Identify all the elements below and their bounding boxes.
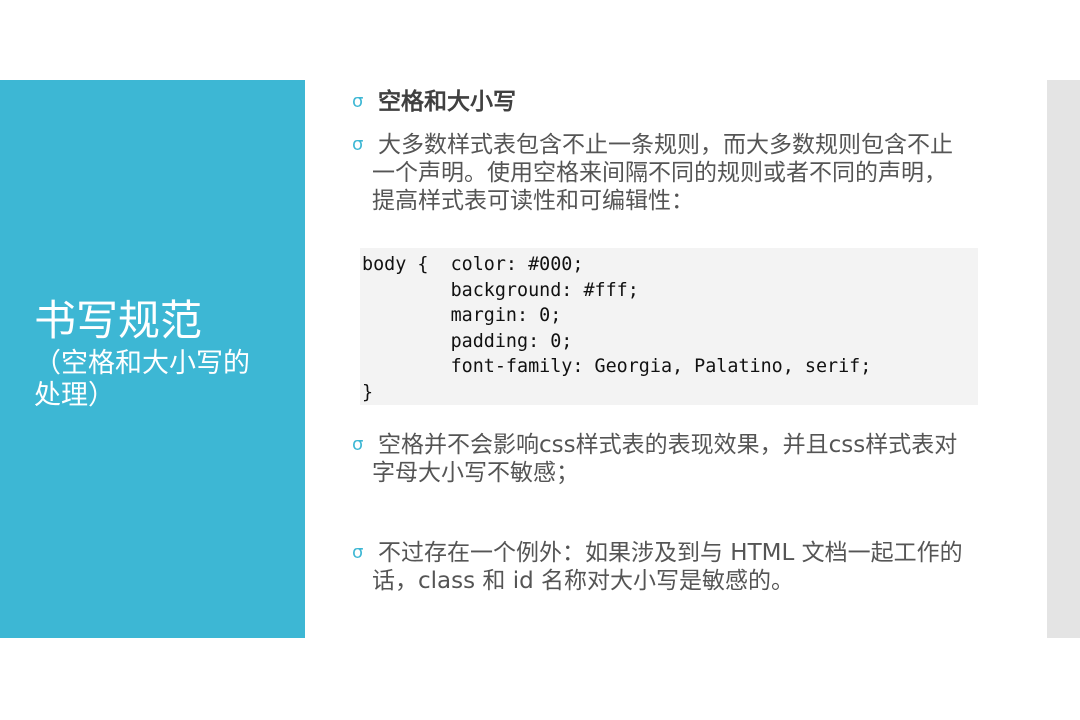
curly-bullet-icon: σ	[352, 91, 364, 112]
bullet-item: σ 不过存在一个例外：如果涉及到与 HTML 文档一起工作的话，class 和 …	[352, 539, 972, 595]
bullet-item: σ 大多数样式表包含不止一条规则，而大多数规则包含不止一个声明。使用空格来间隔不…	[352, 131, 972, 215]
bullet-heading: 空格和大小写	[378, 89, 516, 115]
curly-bullet-icon: σ	[352, 434, 364, 455]
right-sidebar-strip	[1047, 80, 1080, 638]
bullet-text: 不过存在一个例外：如果涉及到与 HTML 文档一起工作的话，class 和 id…	[372, 540, 963, 594]
curly-bullet-icon: σ	[352, 542, 364, 563]
slide-title: 书写规范	[34, 296, 203, 345]
bullet-text: 空格并不会影响css样式表的表现效果，并且css样式表对字母大小写不敏感；	[372, 432, 958, 486]
slide-subtitle: （空格和大小写的处理）	[34, 348, 250, 411]
curly-bullet-icon: σ	[352, 134, 364, 155]
bullet-item: σ 空格和大小写	[352, 88, 972, 116]
code-block: body { color: #000; background: #fff; ma…	[360, 248, 978, 405]
bullet-item: σ 空格并不会影响css样式表的表现效果，并且css样式表对字母大小写不敏感；	[352, 431, 972, 487]
bullet-text: 大多数样式表包含不止一条规则，而大多数规则包含不止一个声明。使用空格来间隔不同的…	[372, 132, 953, 214]
